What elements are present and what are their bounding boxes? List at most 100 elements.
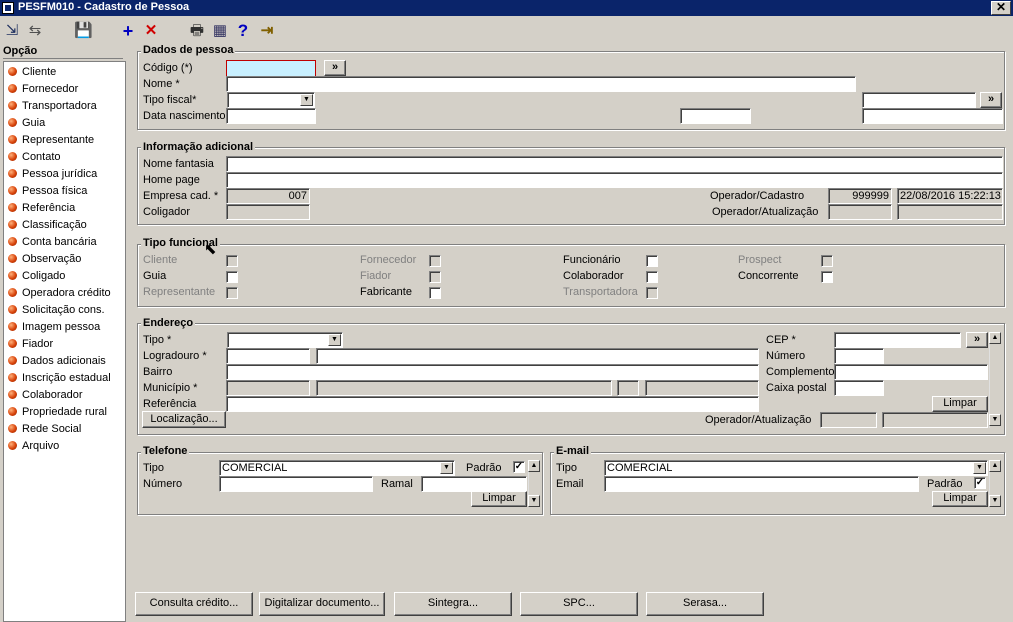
exit-icon[interactable]: ⇥ bbox=[258, 21, 276, 41]
endereco-tipo-select[interactable]: ▼ bbox=[227, 332, 343, 348]
email-tipo-label: Tipo bbox=[556, 462, 577, 474]
cep-lookup-button[interactable]: » bbox=[966, 332, 988, 348]
add-icon[interactable]: + bbox=[119, 21, 137, 41]
telefone-tipo-select[interactable]: COMERCIAL ▼ bbox=[219, 460, 455, 476]
bullet-icon bbox=[8, 118, 17, 127]
sidebar-item[interactable]: Cliente bbox=[8, 64, 56, 80]
chevron-down-icon[interactable]: ▼ bbox=[973, 462, 986, 474]
delete-icon[interactable]: ✕ bbox=[142, 21, 160, 41]
spc-button[interactable]: SPC... bbox=[520, 592, 638, 616]
sidebar-item-label: Propriedade rural bbox=[22, 406, 107, 418]
data-nascimento-input[interactable] bbox=[226, 108, 316, 124]
telefone-limpar-button[interactable]: Limpar bbox=[471, 491, 527, 507]
sidebar: Cliente Fornecedor Transportadora Guia Repre… bbox=[3, 61, 126, 622]
telefone-numero-input[interactable] bbox=[219, 476, 373, 492]
tipo-funcional-checkbox[interactable] bbox=[226, 271, 238, 283]
bairro-input[interactable] bbox=[226, 364, 759, 380]
chevron-down-icon[interactable]: ▼ bbox=[328, 334, 341, 346]
sidebar-item[interactable]: Fornecedor bbox=[8, 81, 78, 97]
sidebar-item[interactable]: Propriedade rural bbox=[8, 404, 107, 420]
sidebar-item[interactable]: Inscrição estadual bbox=[8, 370, 111, 386]
sidebar-item[interactable]: Fiador bbox=[8, 336, 53, 352]
close-button[interactable]: ✕ bbox=[991, 1, 1011, 15]
sidebar-item[interactable]: Guia bbox=[8, 115, 45, 131]
home-page-input[interactable] bbox=[226, 172, 1003, 188]
sidebar-item[interactable]: Imagem pessoa bbox=[8, 319, 100, 335]
bullet-icon bbox=[8, 390, 17, 399]
email-limpar-button[interactable]: Limpar bbox=[932, 491, 988, 507]
sidebar-item-label: Arquivo bbox=[22, 440, 60, 452]
scroll-down-icon[interactable]: ▼ bbox=[989, 495, 1001, 507]
sidebar-item[interactable]: Pessoa física bbox=[8, 183, 87, 199]
save-icon[interactable]: 💾 bbox=[74, 21, 93, 41]
caixa-postal-input[interactable] bbox=[834, 380, 884, 396]
localizacao-button[interactable]: Localização... bbox=[142, 411, 226, 428]
sidebar-item[interactable]: Pessoa jurídica bbox=[8, 166, 97, 182]
documento-input[interactable] bbox=[862, 92, 976, 108]
extra-field-2[interactable] bbox=[862, 108, 1003, 124]
sidebar-item[interactable]: Dados adicionais bbox=[8, 353, 106, 369]
sidebar-item[interactable]: Arquivo bbox=[8, 438, 59, 454]
sidebar-item[interactable]: Referência bbox=[8, 200, 75, 216]
swap-icon[interactable]: ⇆ bbox=[26, 21, 44, 41]
tipo-funcional-checkbox[interactable] bbox=[429, 287, 441, 299]
coligador-field bbox=[226, 204, 310, 220]
sidebar-item[interactable]: Conta bancária bbox=[8, 234, 97, 250]
consulta-credito-button[interactable]: Consulta crédito... bbox=[135, 592, 253, 616]
tipo-funcional-label: Guia bbox=[143, 270, 167, 282]
sidebar-item[interactable]: Contato bbox=[8, 149, 61, 165]
sidebar-item[interactable]: Solicitação cons. bbox=[8, 302, 105, 318]
nome-fantasia-input[interactable] bbox=[226, 156, 1003, 172]
scroll-down-icon[interactable]: ▼ bbox=[989, 414, 1001, 426]
digitalizar-documento-button[interactable]: Digitalizar documento... bbox=[259, 592, 385, 616]
tipo-funcional-checkbox[interactable] bbox=[821, 271, 833, 283]
sidebar-item[interactable]: Rede Social bbox=[8, 421, 81, 437]
tipo-funcional-label: Fiador bbox=[360, 270, 392, 282]
sidebar-item[interactable]: Operadora crédito bbox=[8, 285, 111, 301]
sidebar-item[interactable]: Representante bbox=[8, 132, 94, 148]
serasa-button[interactable]: Serasa... bbox=[646, 592, 764, 616]
bullet-icon bbox=[8, 356, 17, 365]
tipo-funcional-checkbox[interactable] bbox=[646, 255, 658, 267]
data-cadastro-field: 22/08/2016 15:22:13 bbox=[897, 188, 1003, 204]
sidebar-item[interactable]: Transportadora bbox=[8, 98, 97, 114]
chevron-down-icon[interactable]: ▼ bbox=[440, 462, 453, 474]
codigo-lookup-button[interactable]: » bbox=[324, 60, 346, 76]
nome-input[interactable] bbox=[226, 76, 856, 92]
codigo-input[interactable] bbox=[226, 60, 316, 77]
extra-field-1[interactable] bbox=[680, 108, 751, 124]
help-icon[interactable]: ? bbox=[234, 21, 252, 41]
sidebar-item[interactable]: Colaborador bbox=[8, 387, 83, 403]
email-padrao-checkbox[interactable]: ✓ bbox=[974, 477, 986, 489]
cep-input[interactable] bbox=[834, 332, 961, 348]
sintegra-button[interactable]: Sintegra... bbox=[394, 592, 512, 616]
bullet-icon bbox=[8, 101, 17, 110]
export-icon[interactable]: ⇲ bbox=[3, 21, 21, 41]
tipo-fiscal-select[interactable]: ▼ bbox=[227, 92, 315, 108]
scroll-up-icon[interactable]: ▲ bbox=[989, 332, 1001, 344]
scroll-up-icon[interactable]: ▲ bbox=[528, 460, 540, 472]
sidebar-item[interactable]: Coligado bbox=[8, 268, 65, 284]
sidebar-item-label: Imagem pessoa bbox=[22, 321, 101, 333]
sidebar-item[interactable]: Observação bbox=[8, 251, 81, 267]
logradouro-tipo-input[interactable] bbox=[226, 348, 310, 364]
scroll-up-icon[interactable]: ▲ bbox=[989, 460, 1001, 472]
numero-input[interactable] bbox=[834, 348, 884, 364]
complemento-input[interactable] bbox=[834, 364, 988, 380]
tipo-funcional-checkbox bbox=[821, 255, 833, 267]
referencia-input[interactable] bbox=[226, 396, 759, 412]
email-tipo-select[interactable]: COMERCIAL ▼ bbox=[604, 460, 988, 476]
sidebar-item[interactable]: Classificação bbox=[8, 217, 87, 233]
chevron-down-icon[interactable]: ▼ bbox=[300, 94, 313, 106]
telefone-padrao-checkbox[interactable]: ✓ bbox=[513, 461, 525, 473]
ramal-input[interactable] bbox=[421, 476, 527, 492]
grid-icon[interactable]: ▦ bbox=[211, 21, 229, 41]
sidebar-item-label: Colaborador bbox=[22, 389, 83, 401]
print-icon[interactable]: 🖶 bbox=[188, 21, 206, 41]
documento-lookup-button[interactable]: » bbox=[980, 92, 1002, 108]
logradouro-input[interactable] bbox=[316, 348, 759, 364]
email-input[interactable] bbox=[604, 476, 919, 492]
endereco-limpar-button[interactable]: Limpar bbox=[932, 396, 988, 412]
tipo-funcional-checkbox[interactable] bbox=[646, 271, 658, 283]
scroll-down-icon[interactable]: ▼ bbox=[528, 495, 540, 507]
